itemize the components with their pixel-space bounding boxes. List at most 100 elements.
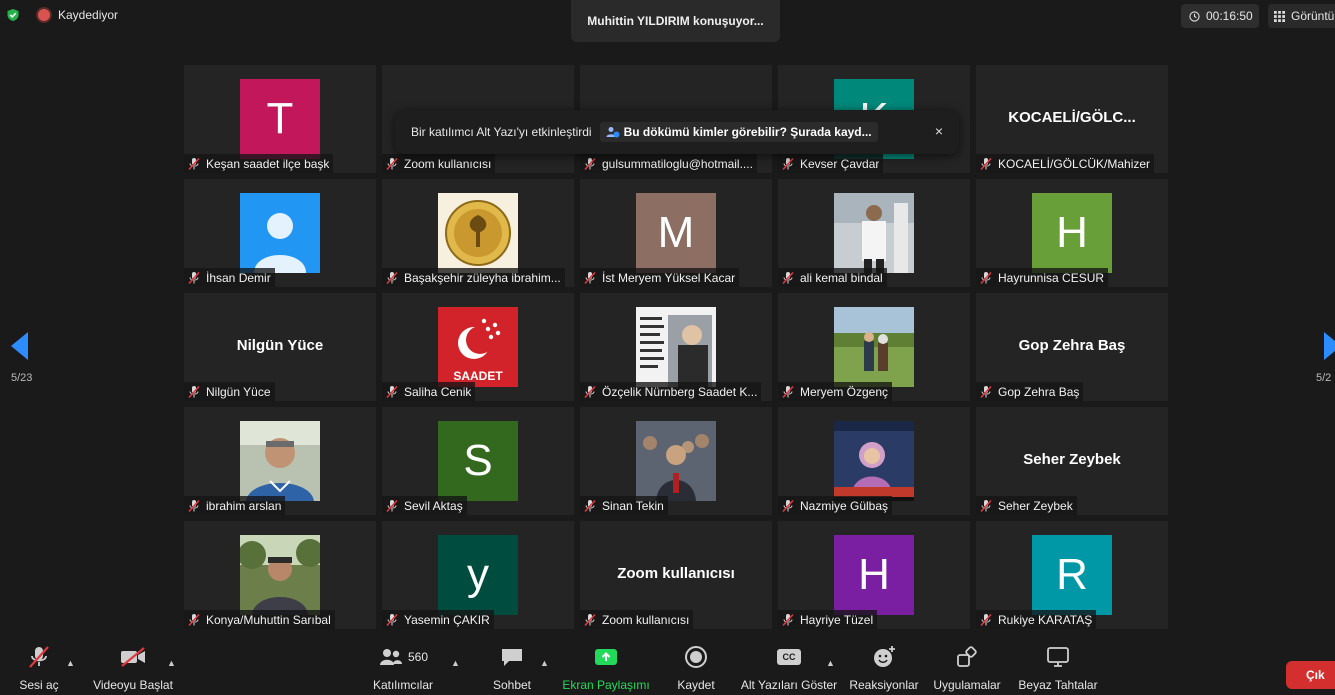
mpac-logo	[438, 193, 518, 273]
participant-tile[interactable]: R Rukiye KARATAŞ	[976, 521, 1168, 629]
participants-label: Katılımcılar	[372, 678, 433, 692]
participant-name: İst Meryem Yüksel Kacar	[602, 270, 736, 285]
clock-icon	[1189, 10, 1200, 22]
start-video-button[interactable]: Videoyu Başlat	[92, 640, 174, 695]
participant-tile[interactable]: SAADET Saliha Cenik	[382, 293, 574, 401]
caption-visibility-link[interactable]: Bu dökümü kimler görebilir? Şurada kayd.…	[599, 122, 878, 142]
participant-nameplate: Konya/Muhuttin Sarıbal	[184, 610, 335, 629]
participant-tile[interactable]: Başakşehir züleyha ibrahim...	[382, 179, 574, 287]
participant-name: Başakşehir züleyha ibrahim...	[404, 270, 561, 285]
muted-microphone-icon	[29, 646, 49, 668]
muted-microphone-icon	[386, 499, 398, 512]
logo-text: SAADET	[453, 369, 503, 383]
chat-button[interactable]: Sohbet	[488, 640, 536, 695]
participant-nameplate: Rukiye KARATAŞ	[976, 610, 1097, 629]
security-shield-icon[interactable]	[6, 8, 20, 22]
participant-name: Zoom kullanıcısı	[602, 612, 690, 627]
participant-tile[interactable]: Gop Zehra Baş Gop Zehra Baş	[976, 293, 1168, 401]
participant-tile[interactable]: ibrahim arslan	[184, 407, 376, 515]
record-button[interactable]: Kaydet	[674, 640, 718, 695]
audio-options-chevron-icon[interactable]: ▲	[66, 658, 75, 668]
smiley-plus-icon	[874, 646, 895, 667]
participant-name: Yasemin ÇAKIR	[404, 612, 490, 627]
whiteboard-icon	[1047, 647, 1069, 667]
muted-microphone-icon	[782, 499, 794, 512]
participant-nameplate: ibrahim arslan	[184, 496, 286, 515]
participant-nameplate: Hayrunnisa CESUR	[976, 268, 1109, 287]
apps-button[interactable]: Uygulamalar	[932, 640, 1002, 695]
participant-nameplate: Sinan Tekin	[580, 496, 668, 515]
participant-nameplate: ali kemal bindal	[778, 268, 887, 287]
participant-tile[interactable]: H Hayriye Tüzel	[778, 521, 970, 629]
participants-count: 560	[407, 650, 429, 664]
participant-tile[interactable]: y Yasemin ÇAKIR	[382, 521, 574, 629]
next-page-button[interactable]: 5/2	[1300, 318, 1335, 398]
show-captions-button[interactable]: CC Alt Yazıları Göster	[741, 640, 837, 695]
participant-tile[interactable]: M İst Meryem Yüksel Kacar	[580, 179, 772, 287]
participants-button[interactable]: 560 Katılımcılar	[370, 640, 436, 695]
participant-nameplate: KOCAELİ/GÖLCÜK/Mahizer	[976, 154, 1155, 173]
start-video-label: Videoyu Başlat	[93, 678, 173, 692]
participant-tile[interactable]: S Sevil Aktaş	[382, 407, 574, 515]
participant-nameplate: Keşan saadet ilçe başk	[184, 154, 334, 173]
share-screen-label: Ekran Paylaşımı	[562, 678, 650, 692]
reactions-button[interactable]: Reaksiyonlar	[849, 640, 919, 695]
participant-name: İhsan Demir	[206, 270, 271, 285]
view-button[interactable]: Görüntü	[1268, 4, 1335, 28]
participant-name: KOCAELİ/GÖLCÜK/Mahizer	[998, 156, 1151, 171]
participant-display-name: Gop Zehra Baş	[1018, 337, 1126, 354]
participants-options-chevron-icon[interactable]: ▲	[451, 658, 460, 668]
participant-name: Saliha Cenik	[404, 384, 472, 399]
participant-tile[interactable]: Nazmiye Gülbaş	[778, 407, 970, 515]
participant-tile[interactable]: KOCAELİ/GÖLC... KOCAELİ/GÖLCÜK/Mahizer	[976, 65, 1168, 173]
photo-man-trees	[240, 535, 320, 615]
participant-name: Hayrunnisa CESUR	[998, 270, 1105, 285]
participant-tile[interactable]: T Keşan saadet ilçe başk	[184, 65, 376, 173]
previous-page-button[interactable]: 5/23	[0, 318, 48, 398]
muted-microphone-icon	[584, 271, 596, 284]
leave-button[interactable]: Çık	[1286, 661, 1335, 689]
participant-tile[interactable]: Meryem Özgenç	[778, 293, 970, 401]
participant-tile[interactable]: ali kemal bindal	[778, 179, 970, 287]
participant-tile[interactable]: Özçelik Nürnberg Saadet K...	[580, 293, 772, 401]
participant-tile[interactable]: Zoom kullanıcısı Zoom kullanıcısı	[580, 521, 772, 629]
muted-microphone-icon	[386, 157, 398, 170]
initial-avatar: T	[240, 79, 320, 159]
whiteboards-label: Beyaz Tahtalar	[1018, 678, 1098, 692]
participant-nameplate: Seher Zeybek	[976, 496, 1077, 515]
participant-nameplate: Özçelik Nürnberg Saadet K...	[580, 382, 762, 401]
participant-name: Keşan saadet ilçe başk	[206, 156, 330, 171]
share-screen-button[interactable]: Ekran Paylaşımı	[562, 640, 650, 695]
participant-tile[interactable]: İhsan Demir	[184, 179, 376, 287]
active-speaker-banner: Muhittin YILDIRIM konuşuyor...	[571, 0, 780, 42]
close-icon[interactable]: ×	[935, 123, 943, 139]
caption-link-text: Bu dökümü kimler görebilir? Şurada kayd.…	[623, 125, 872, 139]
participant-tile[interactable]: Konya/Muhuttin Sarıbal	[184, 521, 376, 629]
participant-tile[interactable]: Seher Zeybek Seher Zeybek	[976, 407, 1168, 515]
muted-microphone-icon	[386, 613, 398, 626]
participant-tile[interactable]: H Hayrunnisa CESUR	[976, 179, 1168, 287]
participant-name: Özçelik Nürnberg Saadet K...	[602, 384, 758, 399]
page-indicator-left: 5/23	[11, 372, 33, 384]
muted-microphone-icon	[782, 157, 794, 170]
participant-nameplate: Nazmiye Gülbaş	[778, 496, 893, 515]
video-options-chevron-icon[interactable]: ▲	[167, 658, 176, 668]
muted-microphone-icon	[584, 499, 596, 512]
participant-tile[interactable]: Nilgün Yüce Nilgün Yüce	[184, 293, 376, 401]
photo-man	[240, 421, 320, 501]
captions-options-chevron-icon[interactable]: ▲	[826, 658, 835, 668]
participant-name: Meryem Özgenç	[800, 384, 889, 399]
muted-microphone-icon	[188, 157, 200, 170]
whiteboards-button[interactable]: Beyaz Tahtalar	[1018, 640, 1098, 695]
default-avatar	[240, 193, 320, 273]
unmute-button[interactable]: Sesi aç	[14, 640, 64, 695]
chat-options-chevron-icon[interactable]: ▲	[540, 658, 549, 668]
participant-nameplate: Kevser Çavdar	[778, 154, 884, 173]
participant-nameplate: Zoom kullanıcısı	[580, 610, 694, 629]
muted-microphone-icon	[386, 385, 398, 398]
initial-avatar: H	[1032, 193, 1112, 273]
page-indicator-right: 5/2	[1316, 372, 1332, 384]
participant-nameplate: Gop Zehra Baş	[976, 382, 1084, 401]
participant-tile[interactable]: Sinan Tekin	[580, 407, 772, 515]
record-icon	[685, 646, 707, 668]
